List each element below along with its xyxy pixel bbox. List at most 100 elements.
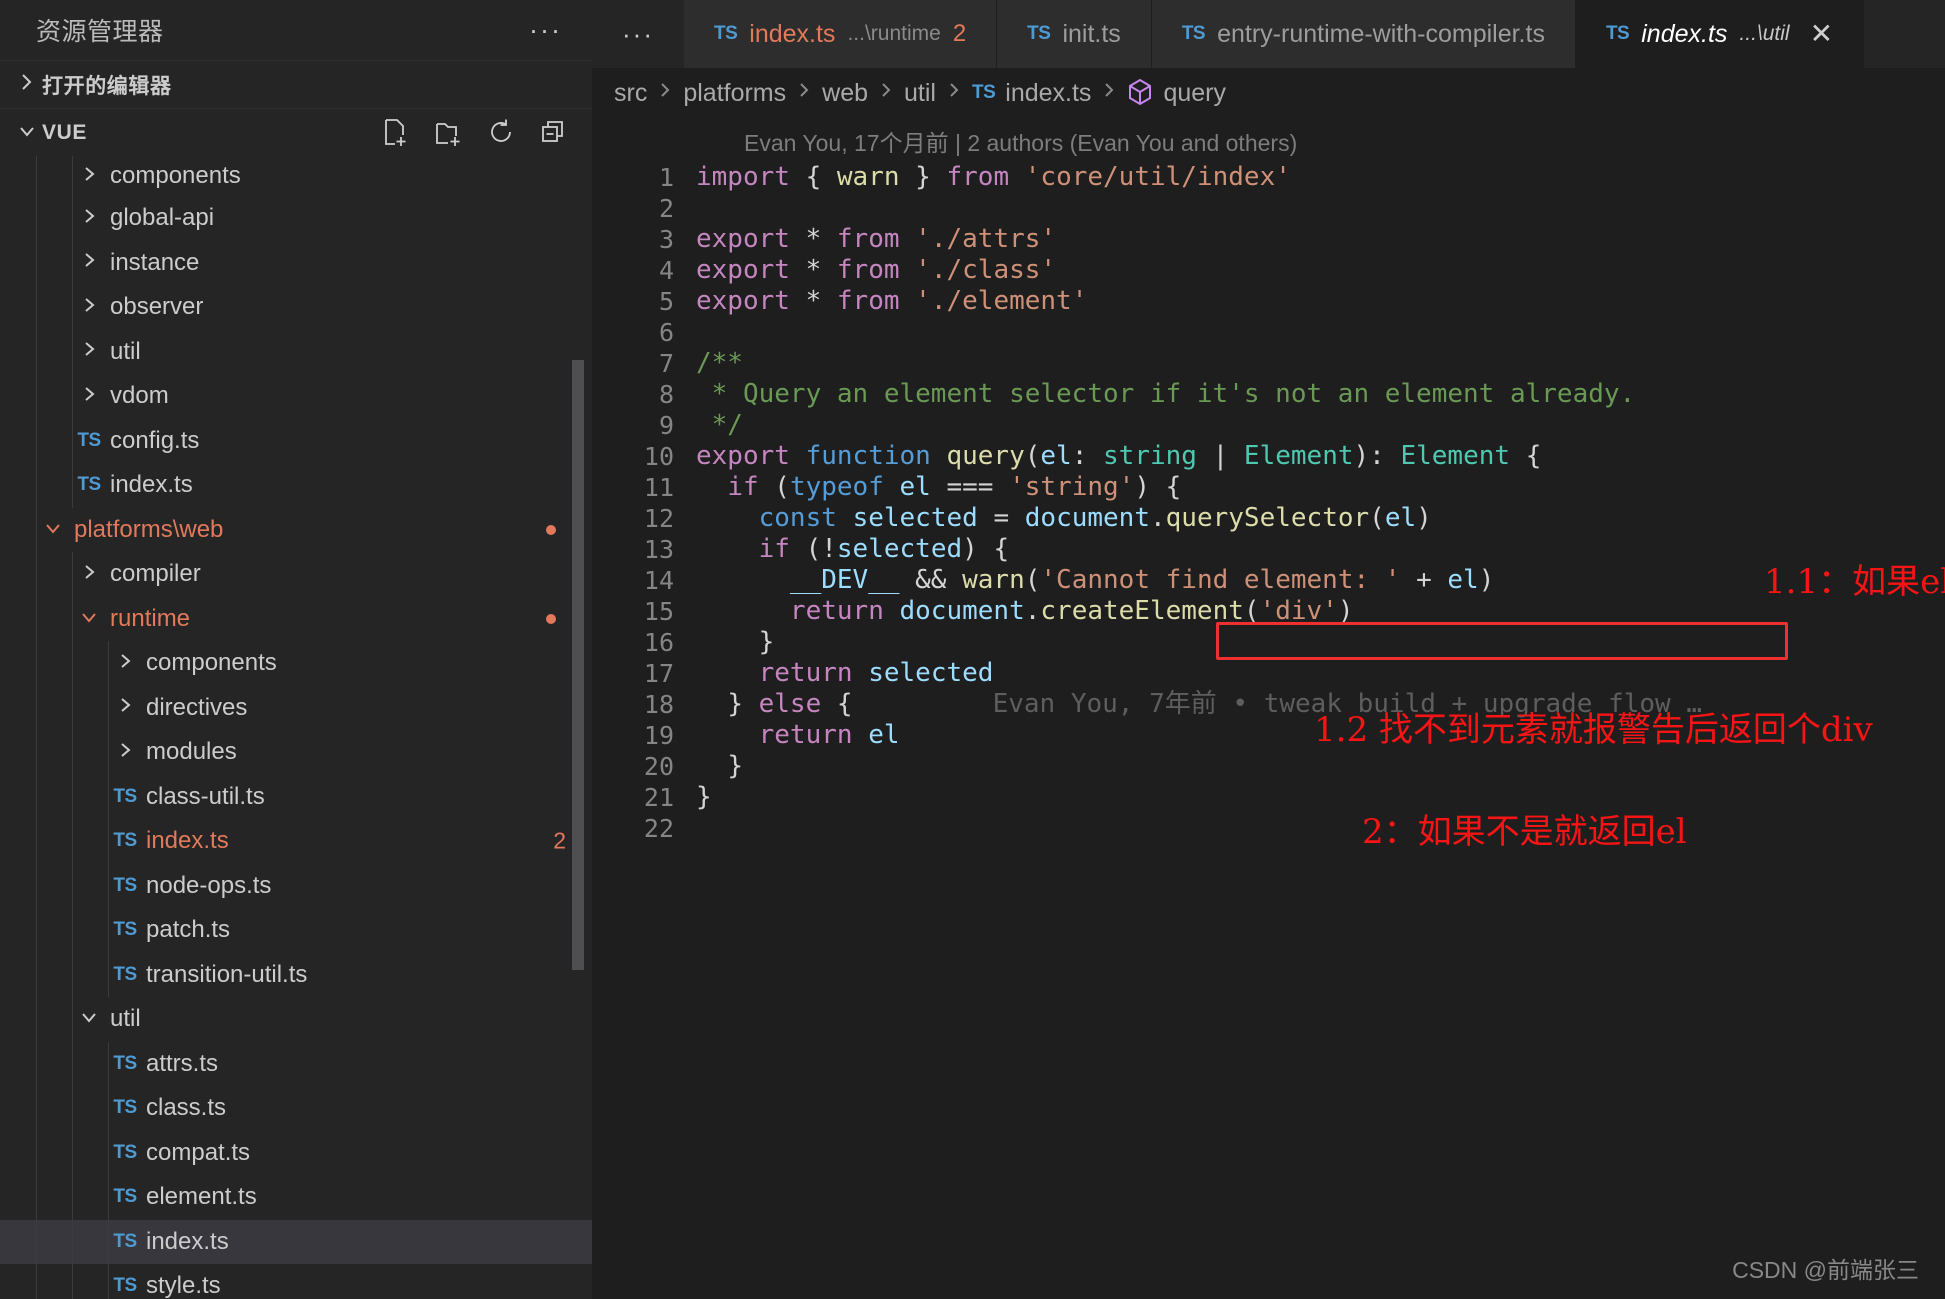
code-line[interactable]: 21} (592, 782, 1945, 813)
chevron-right-icon[interactable] (72, 207, 106, 230)
chevron-right-icon[interactable] (108, 652, 142, 675)
close-icon[interactable]: ✕ (1810, 20, 1833, 48)
tree-folder-row[interactable]: util (0, 997, 592, 1042)
editor-tab[interactable]: TS init.ts (997, 0, 1152, 68)
breadcrumb-item[interactable]: web (822, 79, 868, 108)
code-text: return el (758, 720, 900, 750)
more-actions-icon[interactable]: ··· (529, 17, 562, 44)
code-line[interactable]: 15 return document.createElement('div') (592, 596, 1945, 627)
tree-file-row[interactable]: TS class.ts (0, 1086, 592, 1131)
chevron-right-icon[interactable] (72, 165, 106, 188)
code-line[interactable]: 1 import { warn } from 'core/util/index' (592, 162, 1945, 193)
editor-tab[interactable]: TS entry-runtime-with-compiler.ts (1151, 0, 1576, 68)
code-line[interactable]: 22 (592, 813, 1945, 844)
watermark: CSDN @前端张三 (1732, 1257, 1919, 1283)
tree-file-row[interactable]: TS class-util.ts (0, 774, 592, 819)
code-line[interactable]: 12 const selected = document.querySelect… (592, 503, 1945, 534)
tree-folder-row[interactable]: directives (0, 685, 592, 730)
tree-file-row[interactable]: TS index.ts 2 (0, 819, 592, 864)
code-text: return selected (758, 658, 994, 688)
chevron-right-icon[interactable] (72, 340, 106, 363)
tree-file-row[interactable]: TS patch.ts (0, 908, 592, 953)
code-line[interactable]: 4 export * from './class' (592, 255, 1945, 286)
code-line[interactable]: 6 (592, 317, 1945, 348)
refresh-icon[interactable] (488, 118, 516, 148)
tree-file-row[interactable]: TS index.ts (0, 463, 592, 508)
tree-item-label: directives (146, 693, 248, 721)
tree-item-label: index.ts (110, 471, 193, 499)
editor-area: ··· TS index.ts ...\runtime 2 TS init.ts TS entr… (592, 0, 1945, 1299)
tree-file-row[interactable]: TS index.ts (0, 1219, 592, 1264)
tree-file-row[interactable]: TS config.ts (0, 418, 592, 463)
chevron-right-icon[interactable] (72, 296, 106, 319)
chevron-right-icon[interactable] (108, 696, 142, 719)
chevron-down-icon[interactable] (72, 609, 106, 629)
tree-folder-row[interactable]: components (0, 641, 592, 686)
code-text: } (758, 627, 775, 657)
tree-item-label: util (110, 1005, 141, 1033)
tree-folder-row[interactable]: components (0, 156, 592, 196)
code-line[interactable]: 10 export function query(el: string | Ele… (592, 441, 1945, 472)
chevron-right-icon[interactable] (72, 251, 106, 274)
tree-row-content: TS attrs.ts (0, 1050, 218, 1078)
tree-file-row[interactable]: TS element.ts (0, 1175, 592, 1220)
tree-folder-row[interactable]: observer (0, 285, 592, 330)
breadcrumb-item[interactable]: index.ts (1005, 79, 1091, 108)
tree-row-content: instance (0, 249, 199, 277)
tree-folder-row[interactable]: util (0, 329, 592, 374)
open-editors-section[interactable]: 打开的编辑器 (0, 60, 592, 108)
new-folder-icon[interactable] (434, 118, 464, 148)
tree-folder-row[interactable]: vdom (0, 374, 592, 419)
code-line[interactable]: 16 } (592, 627, 1945, 658)
sidebar-scrollbar[interactable] (572, 360, 584, 970)
breadcrumb-item[interactable]: query (1163, 79, 1226, 108)
editor-tab-bar: ··· TS index.ts ...\runtime 2 TS init.ts TS entr… (592, 0, 1945, 68)
tree-file-row[interactable]: TS transition-util.ts (0, 952, 592, 997)
code-line[interactable]: 11 if (typeof el === 'string') { (592, 472, 1945, 503)
code-line[interactable]: 9 */ (592, 410, 1945, 441)
tree-file-row[interactable]: TS attrs.ts (0, 1041, 592, 1086)
code-line[interactable]: 2 (592, 193, 1945, 224)
collapse-all-icon[interactable] (540, 118, 568, 148)
code-line[interactable]: 7 /** (592, 348, 1945, 379)
chevron-down-icon[interactable] (72, 1009, 106, 1029)
workspace-section[interactable]: VUE (0, 108, 592, 156)
breadcrumb-item[interactable]: platforms (683, 79, 786, 108)
code-line[interactable]: 13 if (!selected) { (592, 534, 1945, 565)
code-text: * Query an element selector if it's not … (696, 379, 1636, 409)
git-blame-header: Evan You, 17个月前 | 2 authors (Evan You an… (744, 130, 1298, 156)
editor-tab[interactable]: TS index.ts ...\util ✕ (1575, 0, 1865, 68)
chevron-down-icon[interactable] (36, 520, 70, 540)
file-tree[interactable]: components global-api instance observer util… (0, 156, 592, 1299)
tree-file-row[interactable]: TS node-ops.ts (0, 863, 592, 908)
tree-file-row[interactable]: TS compat.ts (0, 1130, 592, 1175)
tree-folder-row[interactable]: compiler (0, 552, 592, 597)
tab-overflow-icon[interactable]: ··· (592, 0, 684, 68)
breadcrumb[interactable]: src platforms web util TS index.ts query (592, 68, 1945, 118)
tree-folder-row[interactable]: platforms\web (0, 507, 592, 552)
code-line[interactable]: 8 * Query an element selector if it's no… (592, 379, 1945, 410)
code-line[interactable]: 20 } (592, 751, 1945, 782)
breadcrumb-item[interactable]: util (904, 79, 936, 108)
code-line[interactable]: 17 return selected (592, 658, 1945, 689)
code-line[interactable]: 14 __DEV__ && warn('Cannot find element:… (592, 565, 1945, 596)
tree-folder-row[interactable]: instance (0, 240, 592, 285)
chevron-right-icon[interactable] (72, 563, 106, 586)
chevron-right-icon[interactable] (108, 741, 142, 764)
breadcrumb-item[interactable]: src (614, 79, 647, 108)
tree-folder-row[interactable]: global-api (0, 196, 592, 241)
code-editor[interactable]: Evan You, 17个月前 | 2 authors (Evan You an… (592, 118, 1945, 1299)
tree-file-row[interactable]: TS style.ts (0, 1264, 592, 1299)
line-number: 3 (658, 225, 674, 254)
tree-folder-row[interactable]: runtime (0, 596, 592, 641)
code-line[interactable]: 5 export * from './element' (592, 286, 1945, 317)
editor-tab[interactable]: TS index.ts ...\runtime 2 (683, 0, 998, 68)
tree-row-content: TS class-util.ts (0, 783, 264, 811)
tree-folder-row[interactable]: modules (0, 730, 592, 775)
code-line[interactable]: 3 export * from './attrs' (592, 224, 1945, 255)
tree-item-label: instance (110, 248, 200, 276)
chevron-right-icon[interactable] (72, 385, 106, 408)
new-file-icon[interactable] (382, 118, 410, 148)
line-number: 10 (643, 442, 674, 471)
code-text: if (!selected) { (758, 534, 1010, 564)
